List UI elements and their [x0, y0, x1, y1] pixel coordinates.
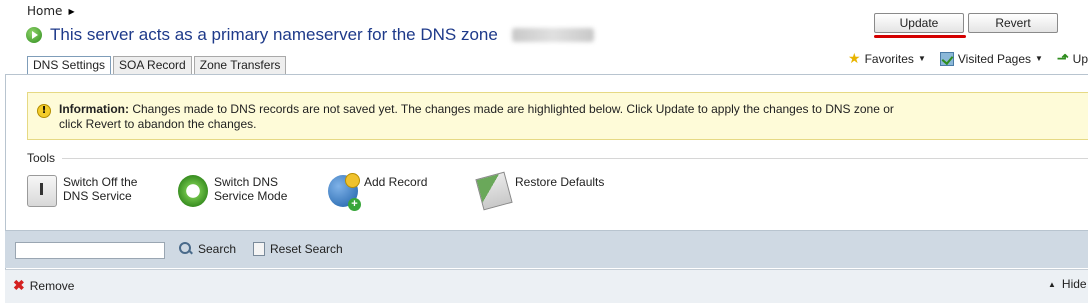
search-icon [179, 242, 193, 256]
highlight-underline [874, 35, 966, 38]
chevron-up-icon: ▲ [1048, 279, 1056, 289]
info-message-box: ! Information: Changes made to DNS recor… [27, 92, 1088, 140]
tab-dns-settings[interactable]: DNS Settings [27, 56, 112, 74]
search-button[interactable]: Search [179, 242, 236, 256]
search-bar: Search Reset Search [5, 230, 1088, 268]
reset-icon [253, 242, 265, 256]
reset-search-button[interactable]: Reset Search [253, 242, 343, 256]
info-message: Changes made to DNS records are not save… [59, 102, 894, 131]
visited-pages-label: Visited Pages [957, 51, 1032, 66]
revert-button[interactable]: Revert [968, 13, 1058, 33]
tab-zone-transfers[interactable]: Zone Transfers [193, 56, 287, 74]
chevron-down-icon: ▼ [1035, 54, 1043, 63]
tool-label: Restore Defaults [515, 175, 605, 189]
favorites-label: Favorites [864, 51, 914, 66]
breadcrumb: Home ▶ [27, 4, 75, 18]
tool-switch-off-dns[interactable]: Switch Off the DNS Service [27, 175, 137, 207]
tool-label-line1: Switch Off the [63, 175, 138, 189]
switch-mode-icon [178, 175, 208, 207]
update-button[interactable]: Update [874, 13, 964, 33]
up-link[interactable]: ⬏ Up [1057, 50, 1088, 67]
visited-pages-icon [939, 51, 954, 66]
star-icon: ★ [848, 50, 861, 66]
page-title: This server acts as a primary nameserver… [50, 25, 498, 44]
tool-switch-dns-mode[interactable]: Switch DNS Service Mode [178, 175, 287, 207]
search-label: Search [198, 242, 237, 256]
title-row: This server acts as a primary nameserver… [26, 25, 594, 45]
warning-icon: ! [37, 104, 51, 118]
breadcrumb-arrow-icon: ▶ [68, 6, 75, 16]
favorites-menu[interactable]: ★ Favorites ▼ [848, 50, 926, 67]
tool-add-record[interactable]: Add Record [328, 173, 428, 211]
info-text: Information: Changes made to DNS records… [59, 102, 899, 132]
page: Home ▶ This server acts as a primary nam… [0, 0, 1088, 303]
tool-label-line1: Switch DNS [214, 175, 279, 189]
remove-label: Remove [29, 278, 75, 293]
search-input[interactable] [15, 242, 165, 259]
zone-name-redacted [511, 28, 594, 42]
play-icon [26, 27, 42, 43]
tool-label-line2: DNS Service [63, 189, 132, 203]
up-label: Up [1072, 51, 1088, 66]
remove-button[interactable]: ✖ Remove [13, 277, 74, 294]
info-label: Information: [59, 102, 129, 116]
tool-label: Add Record [364, 175, 428, 189]
remove-icon: ✖ [13, 277, 25, 293]
tool-label-line2: Service Mode [214, 189, 288, 203]
tab-bar: DNS Settings SOA Record Zone Transfers [27, 56, 287, 74]
hide-button[interactable]: ▲ Hide [1048, 277, 1087, 291]
breadcrumb-home-link[interactable]: Home [27, 4, 62, 18]
power-switch-icon [27, 175, 57, 207]
actions-bar: ✖ Remove ▲ Hide [5, 269, 1088, 303]
tab-soa-record[interactable]: SOA Record [113, 56, 192, 74]
visited-pages-menu[interactable]: Visited Pages ▼ [939, 51, 1043, 66]
reset-search-label: Reset Search [270, 242, 343, 256]
chevron-down-icon: ▼ [917, 54, 926, 63]
tools-divider [62, 158, 1088, 159]
tools-heading: Tools [27, 151, 56, 165]
tool-restore-defaults[interactable]: Restore Defaults [475, 171, 605, 211]
add-record-icon [328, 173, 361, 211]
top-toolbar: ★ Favorites ▼ Visited Pages ▼ ⬏ Up [848, 50, 1088, 67]
restore-defaults-icon [475, 171, 513, 211]
hide-label: Hide [1061, 277, 1087, 291]
up-arrow-icon: ⬏ [1056, 50, 1069, 66]
